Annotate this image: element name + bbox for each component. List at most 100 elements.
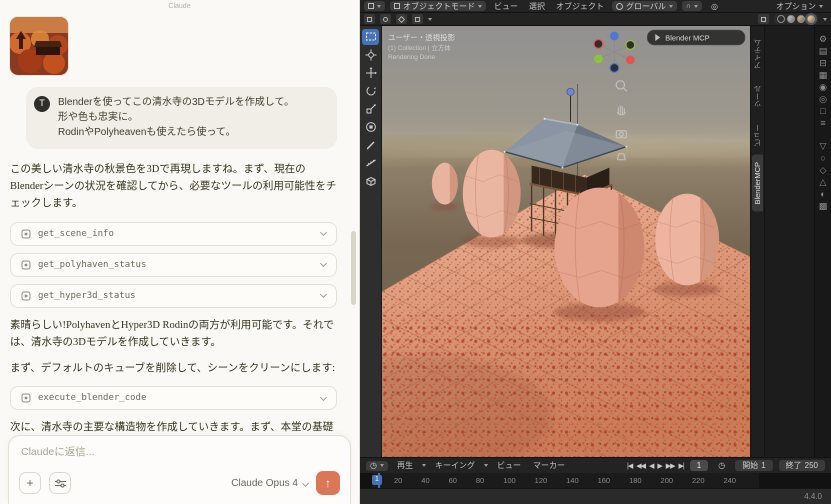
composer: Claudeに返信... + Claude Opus 4 xyxy=(0,435,359,504)
tool-icon xyxy=(21,260,31,270)
tab-tool[interactable]: ツール xyxy=(751,78,764,115)
options-dropdown[interactable]: オプション xyxy=(772,1,827,11)
view-object-types-icon[interactable] xyxy=(364,14,375,24)
xray-toggle-icon[interactable] xyxy=(758,14,769,24)
transform-tool[interactable] xyxy=(362,119,379,135)
tool-call-execute-blender-code[interactable]: execute_blender_code xyxy=(10,386,337,410)
material-properties-icon[interactable]: ◐ xyxy=(820,190,825,199)
model-selector[interactable]: Claude Opus 4 xyxy=(231,478,308,489)
object-properties-icon[interactable]: □ xyxy=(820,107,825,116)
neg-y-axis-ball[interactable] xyxy=(626,41,635,50)
assistant-paragraph: まず、デフォルトのキューブを削除して、シーンをクリーンにします: xyxy=(10,360,337,377)
chat-scrollbar[interactable] xyxy=(351,231,356,305)
object-mode-icon xyxy=(394,3,400,9)
mode-dropdown[interactable]: オブジェクトモード xyxy=(390,1,486,11)
timeline-editor-type-button[interactable]: ◷ xyxy=(366,461,388,471)
menu-timeline-view[interactable]: ビュー xyxy=(494,460,524,471)
tab-item[interactable]: アイテム xyxy=(751,32,764,76)
annotate-tool[interactable] xyxy=(362,137,379,153)
world-properties-icon[interactable]: ◎ xyxy=(819,95,827,104)
gizmos-icon[interactable] xyxy=(396,14,407,24)
frame-end-field[interactable]: 終了250 xyxy=(779,460,825,471)
menu-keying[interactable]: キーイング xyxy=(432,460,478,471)
play-button[interactable]: ▶ xyxy=(657,462,661,470)
message-input[interactable]: Claudeに返信... xyxy=(19,443,340,471)
viewport-subheader xyxy=(360,13,831,26)
physics-properties-icon[interactable]: ○ xyxy=(820,154,825,163)
tool-properties-icon[interactable]: ⚙ xyxy=(819,35,827,44)
blender-mcp-panel[interactable]: Blender MCP xyxy=(647,30,745,45)
scene-properties-icon[interactable]: ◉ xyxy=(819,83,827,92)
attachment-image[interactable] xyxy=(10,17,68,75)
jump-to-end-button[interactable]: ▶| xyxy=(679,462,684,470)
tool-call-label: get_hyper3d_status xyxy=(38,291,136,301)
menu-view[interactable]: ビュー xyxy=(491,1,521,12)
chat-scroll-area[interactable]: T Blenderを使ってこの清水寺の3Dモデルを作成して。 形や色も忠実に。 … xyxy=(0,13,359,435)
playhead-frame-badge[interactable]: 1 xyxy=(372,475,382,485)
preview-range-icon[interactable]: ◷ xyxy=(714,461,729,471)
prev-keyframe-button[interactable]: ◀◀ xyxy=(636,462,645,470)
orientation-dropdown[interactable]: グローバル xyxy=(612,1,677,11)
measure-tool[interactable] xyxy=(362,155,379,171)
object-data-properties-icon[interactable]: △ xyxy=(820,178,827,187)
assistant-paragraph: この美しい清水寺の秋景色を3Dで再現しますね。まず、現在のBlenderシーンの… xyxy=(10,161,337,213)
tool-call-label: get_polyhaven_status xyxy=(38,260,146,270)
overlays-icon[interactable] xyxy=(412,14,423,24)
send-button[interactable]: ↑ xyxy=(316,471,340,495)
frame-start-field[interactable]: 開始1 xyxy=(735,460,772,471)
tool-call-get-hyper3d-status[interactable]: get_hyper3d_status xyxy=(10,284,337,308)
blue-sphere[interactable] xyxy=(567,88,574,95)
editor-type-button[interactable] xyxy=(364,1,385,11)
menu-object[interactable]: オブジェクト xyxy=(553,1,607,12)
next-keyframe-button[interactable]: ▶▶ xyxy=(666,462,675,470)
blender-version: 4.4.0 xyxy=(804,492,822,501)
visibility-icon[interactable] xyxy=(380,14,391,24)
3d-viewport[interactable]: ユーザー・透視投影 (1) Collection | 立方体 Rendering… xyxy=(382,26,750,457)
snap-toggle[interactable]: ∩ xyxy=(682,1,702,11)
wireframe-shading-icon[interactable] xyxy=(777,15,785,23)
user-message: T Blenderを使ってこの清水寺の3Dモデルを作成して。 形や色も忠実に。 … xyxy=(26,87,337,149)
tool-call-get-scene-info[interactable]: get_scene_info xyxy=(10,222,337,246)
menu-select[interactable]: 選択 xyxy=(526,1,548,12)
viewlayer-properties-icon[interactable]: ▦ xyxy=(819,71,828,80)
tool-call-label: get_scene_info xyxy=(38,229,114,239)
solid-shading-icon[interactable] xyxy=(787,15,795,23)
x-axis-ball[interactable] xyxy=(626,56,635,65)
material-preview-icon[interactable] xyxy=(797,15,805,23)
attach-button[interactable]: + xyxy=(19,472,41,494)
play-reverse-button[interactable]: ◀ xyxy=(649,462,653,470)
add-cube-tool[interactable] xyxy=(362,173,379,189)
cursor-tool[interactable] xyxy=(362,47,379,63)
jump-to-start-button[interactable]: |◀ xyxy=(627,462,632,470)
render-properties-icon[interactable]: ▤ xyxy=(819,47,828,56)
neg-x-axis-ball[interactable] xyxy=(594,40,603,49)
tool-call-get-polyhaven-status[interactable]: get_polyhaven_status xyxy=(10,253,337,277)
z-axis-ball[interactable] xyxy=(610,32,619,41)
tab-view[interactable]: ビュー xyxy=(751,117,764,154)
current-frame-field[interactable]: 1 xyxy=(690,460,708,471)
neg-z-axis-ball[interactable] xyxy=(610,64,619,73)
move-tool[interactable] xyxy=(362,65,379,81)
menu-marker[interactable]: マーカー xyxy=(530,460,568,471)
y-axis-ball[interactable] xyxy=(594,55,603,64)
select-box-tool[interactable] xyxy=(362,29,379,45)
tools-filter-button[interactable] xyxy=(49,472,71,494)
viewport-header: オブジェクトモード ビュー 選択 オブジェクト グローバル ∩ ◎ オプション xyxy=(360,0,831,13)
scale-tool[interactable] xyxy=(362,101,379,117)
modifier-properties-icon[interactable]: ≡ xyxy=(820,119,825,128)
proportional-edit-toggle[interactable]: ◎ xyxy=(707,1,722,11)
assistant-paragraph: 素晴らしい!PolyhavenとHyper3D Rodinの両方が利用可能です。… xyxy=(10,317,337,352)
rendered-shading-icon[interactable] xyxy=(807,15,815,23)
mode-label: オブジェクトモード xyxy=(403,1,475,12)
properties-tab-column: ⚙ ▤ ⊟ ▦ ◉ ◎ □ ≡ ▽ ○ ◇ △ ◐ ▩ xyxy=(814,26,831,457)
particles-properties-icon[interactable]: ▽ xyxy=(820,142,827,151)
chevron-down-icon xyxy=(320,394,327,401)
rotate-tool[interactable] xyxy=(362,83,379,99)
menu-playback[interactable]: 再生 xyxy=(394,460,416,471)
user-message-line: Blenderを使ってこの清水寺の3Dモデルを作成して。 xyxy=(58,95,327,110)
output-properties-icon[interactable]: ⊟ xyxy=(819,59,827,68)
timeline-ruler[interactable]: 2040 6080 100120 140160 180200 220240 1 xyxy=(360,473,831,488)
constraints-properties-icon[interactable]: ◇ xyxy=(820,166,827,175)
tab-blendermcp[interactable]: BlenderMCP xyxy=(752,155,763,212)
texture-properties-icon[interactable]: ▩ xyxy=(819,202,828,211)
